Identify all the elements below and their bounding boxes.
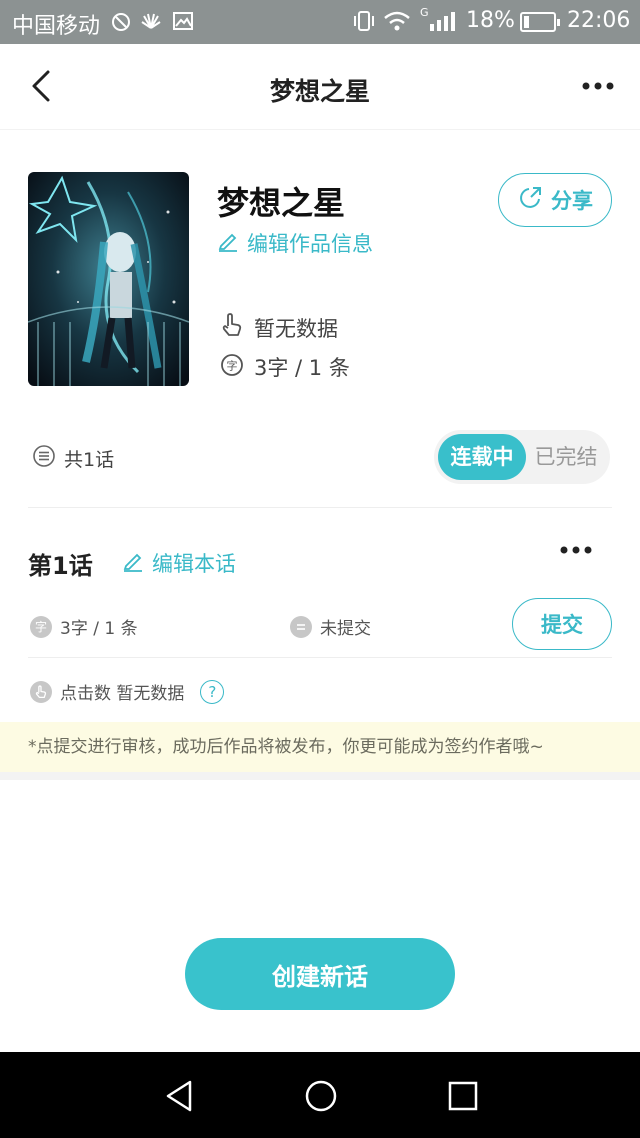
work-title: 梦想之星 bbox=[217, 184, 346, 222]
system-home-icon[interactable] bbox=[301, 1076, 341, 1116]
word-count-icon: 字 bbox=[30, 615, 52, 638]
section-separator bbox=[0, 772, 640, 780]
work-clicks-stat: 暂无数据 bbox=[220, 312, 338, 343]
pencil-icon bbox=[122, 550, 144, 577]
episode-clicks-stat: 点击数 暂无数据 ? bbox=[30, 679, 225, 704]
tap-hand-icon bbox=[220, 312, 244, 343]
work-words-value: 3字 / 1 条 bbox=[254, 356, 350, 380]
submit-tip-banner: *点提交进行审核，成功后作品将被发布，你更可能成为签约作者哦~ bbox=[0, 722, 640, 772]
carrier-name: 中国移动 bbox=[12, 14, 101, 39]
work-clicks-value: 暂无数据 bbox=[254, 316, 338, 341]
system-recents-icon[interactable] bbox=[443, 1076, 483, 1116]
divider bbox=[28, 507, 612, 508]
episode-words-value: 3字 / 1 条 bbox=[60, 619, 138, 639]
battery-percent: 18% bbox=[466, 8, 515, 33]
status-ongoing-option[interactable]: 连载中 bbox=[438, 434, 526, 480]
serial-status-toggle[interactable]: 连载中 已完结 bbox=[434, 430, 610, 484]
help-icon[interactable]: ? bbox=[200, 679, 225, 704]
system-navigation-bar bbox=[0, 1052, 640, 1138]
episode-clicks-label: 点击数 暂无数据 bbox=[60, 684, 185, 704]
episode-title: 第1话 bbox=[28, 552, 93, 580]
episode-count-label: 共1话 bbox=[64, 449, 115, 471]
share-label: 分享 bbox=[551, 189, 593, 213]
episode-count: 共1话 bbox=[32, 444, 114, 473]
edit-work-info-label: 编辑作品信息 bbox=[247, 232, 373, 256]
word-count-icon: 字 bbox=[220, 353, 244, 382]
pencil-icon bbox=[217, 230, 239, 257]
submit-button[interactable]: 提交 bbox=[512, 598, 612, 650]
pending-icon bbox=[290, 615, 312, 638]
list-icon bbox=[32, 444, 56, 473]
vibrate-icon bbox=[352, 8, 376, 40]
share-icon bbox=[517, 185, 543, 216]
huawei-icon bbox=[140, 8, 162, 40]
episode-submit-state: 未提交 bbox=[290, 614, 371, 639]
clock: 22:06 bbox=[567, 8, 631, 33]
system-back-icon[interactable] bbox=[160, 1076, 200, 1116]
more-dots-icon[interactable] bbox=[580, 74, 616, 98]
create-episode-button[interactable]: 创建新话 bbox=[185, 938, 455, 1010]
edit-episode-label: 编辑本话 bbox=[152, 552, 236, 576]
share-button[interactable]: 分享 bbox=[498, 173, 612, 227]
svg-text:字: 字 bbox=[227, 358, 238, 372]
episode-state-label: 未提交 bbox=[320, 619, 371, 639]
image-icon bbox=[172, 8, 194, 40]
divider bbox=[28, 657, 612, 658]
edit-episode-link[interactable]: 编辑本话 bbox=[122, 548, 236, 578]
work-words-stat: 字 3字 / 1 条 bbox=[220, 352, 350, 382]
battery-icon bbox=[520, 12, 560, 32]
episode-words-stat: 字 3字 / 1 条 bbox=[30, 614, 138, 639]
wifi-icon bbox=[382, 8, 412, 40]
status-bar: 中国移动 G 18% 22:06 bbox=[0, 0, 640, 44]
edit-work-info-link[interactable]: 编辑作品信息 bbox=[217, 228, 373, 258]
tap-hand-icon bbox=[30, 680, 52, 703]
sync-icon bbox=[110, 8, 132, 40]
top-navbar: 梦想之星 bbox=[0, 44, 640, 130]
page-title: 梦想之星 bbox=[269, 77, 370, 106]
status-completed-option[interactable]: 已完结 bbox=[526, 434, 606, 480]
episode-more-icon[interactable] bbox=[558, 540, 594, 560]
work-cover-image[interactable] bbox=[28, 172, 189, 386]
signal-icon bbox=[428, 8, 456, 40]
